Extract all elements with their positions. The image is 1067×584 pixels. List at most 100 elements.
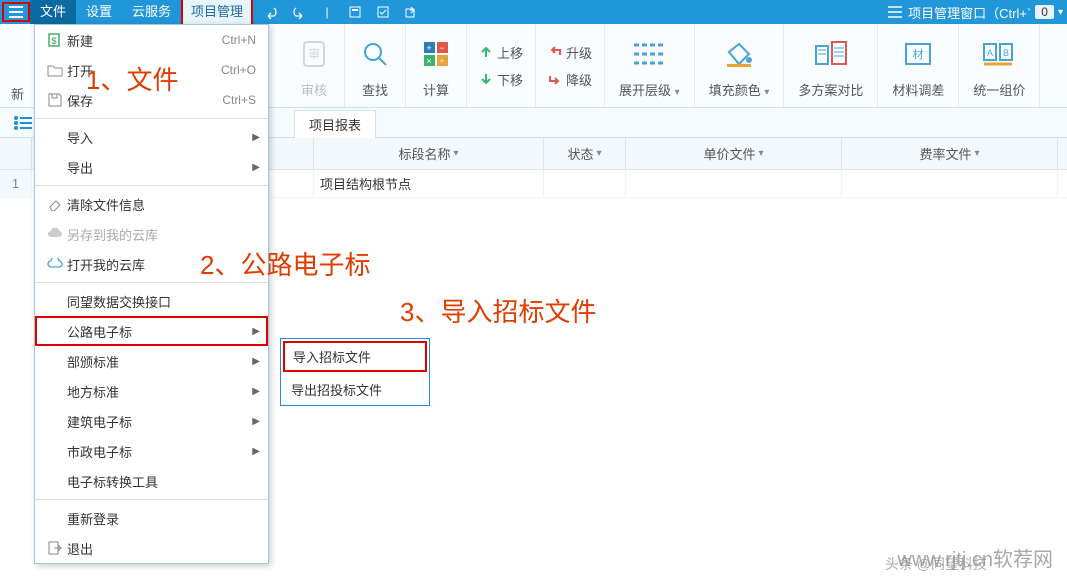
menu-open[interactable]: 打开 Ctrl+O	[35, 55, 268, 85]
cloud-up-icon	[43, 228, 67, 240]
calc-icon: +−×÷	[420, 28, 452, 80]
menu-cloud[interactable]: 云服务	[122, 0, 181, 24]
window-switcher[interactable]: 项目管理窗口（Ctrl+` 0 ▾	[888, 3, 1067, 22]
menu-municipal-label: 市政电子标	[67, 442, 248, 461]
th-section-name[interactable]: 标段名称▾	[314, 138, 544, 169]
highway-submenu: 导入招标文件 导出招投标文件	[280, 338, 430, 406]
submenu-import-bid[interactable]: 导入招标文件	[283, 341, 427, 372]
chevron-right-icon: ▶	[252, 386, 260, 397]
menu-settings[interactable]: 设置	[76, 0, 122, 24]
menu-ebid-tool[interactable]: 电子标转换工具	[35, 466, 268, 496]
promote-label: 升级	[566, 43, 592, 62]
compare-button[interactable]: 多方案对比	[784, 24, 878, 107]
calculator-icon[interactable]	[343, 0, 367, 24]
folder-open-icon	[43, 63, 67, 77]
menu-save-label: 保存	[67, 91, 222, 110]
menu-import[interactable]: 导入▶	[35, 122, 268, 152]
submenu-export-bid[interactable]: 导出招投标文件	[281, 374, 429, 405]
eraser-icon	[43, 197, 67, 211]
audit-button[interactable]: 审 审核	[284, 24, 345, 107]
search-button[interactable]: 查找	[345, 24, 406, 107]
menu-save[interactable]: 保存 Ctrl+S	[35, 85, 268, 115]
menu-building-ebid[interactable]: 建筑电子标▶	[35, 406, 268, 436]
move-up-button[interactable]: 上移	[479, 43, 523, 62]
menu-clear-label: 清除文件信息	[67, 195, 260, 214]
chevron-right-icon: ▶	[252, 446, 260, 457]
menu-new[interactable]: $ 新建 Ctrl+N	[35, 25, 268, 55]
move-down-label: 下移	[497, 70, 523, 89]
th-status[interactable]: 状态▾	[544, 138, 626, 169]
exit-icon	[43, 541, 67, 555]
menu-exit[interactable]: 退出	[35, 533, 268, 563]
cell-rate	[842, 170, 1058, 197]
dropdown-arrow-icon: ▾	[1058, 7, 1063, 18]
menu-open-shortcut: Ctrl+O	[221, 63, 256, 77]
demote-button[interactable]: 降级	[548, 70, 592, 89]
file-menu-dropdown: $ 新建 Ctrl+N 打开 Ctrl+O 保存 Ctrl+S 导入▶ 导出▶ …	[34, 24, 269, 564]
menu-ministry-label: 部颁标准	[67, 352, 248, 371]
expand-icon	[632, 28, 666, 80]
menu-clear[interactable]: 清除文件信息	[35, 189, 268, 219]
fill-color-button[interactable]: 填充颜色 ▾	[695, 24, 785, 107]
menu-export-label: 导出	[67, 158, 248, 177]
checkbox-icon[interactable]	[371, 0, 395, 24]
menu-export[interactable]: 导出▶	[35, 152, 268, 182]
move-down-button[interactable]: 下移	[479, 70, 523, 89]
move-up-label: 上移	[497, 43, 523, 62]
expand-button[interactable]: 展开层级 ▾	[605, 24, 695, 107]
svg-text:A: A	[987, 48, 993, 58]
arrow-down-icon	[479, 72, 493, 86]
ribbon-left-label: 新	[11, 84, 24, 103]
svg-text:+: +	[426, 43, 431, 53]
menu-local[interactable]: 地方标准▶	[35, 376, 268, 406]
cloud-icon	[43, 258, 67, 270]
menu-open-label: 打开	[67, 61, 221, 80]
compare-label: 多方案对比	[798, 80, 863, 103]
app-menu-icon[interactable]	[2, 2, 30, 22]
svg-text:$: $	[51, 36, 56, 46]
menu-highway-label: 公路电子标	[67, 322, 248, 341]
list-view-icon[interactable]	[14, 116, 34, 130]
sep-icon: |	[315, 0, 339, 24]
chevron-right-icon: ▶	[252, 132, 260, 143]
menu-tw-exchange[interactable]: 同望数据交换接口	[35, 286, 268, 316]
group-button[interactable]: AB 统一组价	[959, 24, 1040, 107]
new-file-icon: $	[43, 32, 67, 48]
menu-save-cloud: 另存到我的云库	[35, 219, 268, 249]
calc-button[interactable]: +−×÷ 计算	[406, 24, 467, 107]
menu-new-label: 新建	[67, 31, 222, 50]
svg-text:−: −	[439, 43, 444, 53]
chevron-right-icon: ▶	[252, 326, 260, 337]
menu-exit-label: 退出	[67, 539, 260, 558]
th-unitprice[interactable]: 单价文件▾	[626, 138, 842, 169]
undo-icon[interactable]	[259, 0, 283, 24]
chevron-down-icon: ▾	[764, 87, 769, 98]
watermark2-text: 头条 @同望科技	[885, 554, 987, 574]
export-icon[interactable]	[399, 0, 423, 24]
material-button[interactable]: 材 材料调差	[878, 24, 959, 107]
expand-label: 展开层级	[619, 83, 671, 98]
th-rownum	[0, 138, 32, 169]
demote-label: 降级	[566, 70, 592, 89]
menu-open-cloud[interactable]: 打开我的云库	[35, 249, 268, 279]
svg-text:×: ×	[426, 56, 431, 66]
compare-icon	[814, 28, 848, 80]
redo-icon[interactable]	[287, 0, 311, 24]
material-label: 材料调差	[892, 80, 944, 103]
svg-text:材: 材	[913, 47, 924, 61]
cell-status	[544, 170, 626, 197]
menu-ministry[interactable]: 部颁标准▶	[35, 346, 268, 376]
promote-button[interactable]: 升级	[548, 43, 592, 62]
menu-municipal-ebid[interactable]: 市政电子标 ▶	[35, 436, 268, 466]
menu-relogin[interactable]: 重新登录	[35, 503, 268, 533]
menu-file[interactable]: 文件	[30, 0, 76, 24]
window-count: 0	[1035, 5, 1054, 19]
svg-text:审: 审	[308, 46, 320, 61]
th-rate[interactable]: 费率文件▾	[842, 138, 1058, 169]
group-label: 统一组价	[973, 80, 1025, 103]
menu-project[interactable]: 项目管理	[181, 0, 253, 26]
promote-icon	[548, 45, 562, 59]
tab-report[interactable]: 项目报表	[294, 110, 376, 138]
audit-icon: 审	[298, 28, 330, 80]
menu-highway-ebid[interactable]: 公路电子标 ▶	[35, 316, 268, 346]
